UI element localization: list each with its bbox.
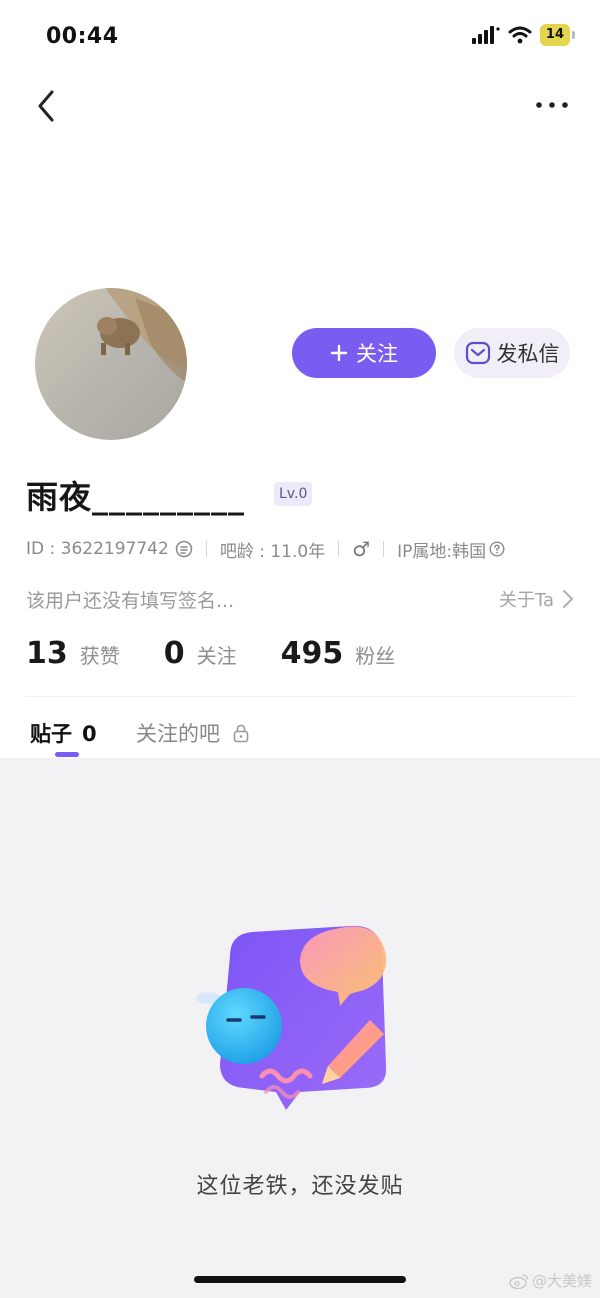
mail-icon [465,341,490,365]
user-id: ID : 3622197742 [26,539,169,559]
tab-posts[interactable]: 贴子 0 [30,718,97,748]
meta-divider [338,541,340,557]
send-message-label: 发私信 [496,342,560,366]
copy-icon[interactable] [175,540,193,558]
home-indicator[interactable] [194,1276,406,1283]
wifi-icon [508,26,532,44]
top-nav [0,80,600,132]
bio-row: 该用户还没有填写签名... 关于Ta [26,586,574,614]
meta-divider [383,541,385,557]
stat-likes: 13 获赞 [26,636,120,671]
about-link[interactable]: 关于Ta [499,586,574,612]
bar-age: 吧龄 : 11.0年 [219,541,326,562]
stat-following[interactable]: 0 关注 [164,636,237,671]
lock-icon [233,724,249,743]
username: 雨夜_________ [26,478,246,516]
tab-followed-bars[interactable]: 关注的吧 [136,718,250,748]
follow-button[interactable]: 关注 [292,328,436,378]
follow-button-label: 关注 [356,342,398,366]
stats-row: 13 获赞 0 关注 495 粉丝 [26,636,439,671]
status-time: 00:44 [46,24,119,49]
tab-posts-label: 贴子 [30,722,72,746]
more-dots-icon[interactable] [534,90,570,120]
send-message-button[interactable]: 发私信 [454,328,570,378]
watermark: @大美媄 [509,1270,592,1291]
chevron-right-icon [563,590,573,608]
battery-indicator: 14 [539,24,576,46]
status-icons: 14 [471,24,576,46]
question-circle-icon[interactable] [489,541,505,557]
avatar-image [35,288,187,440]
ip-location: IP属地:韩国 [397,541,487,562]
status-bar: 00:44 14 [0,0,600,76]
watermark-text: @大美媄 [531,1272,592,1290]
stat-label: 粉丝 [355,644,396,668]
profile-tabs: 贴子 0 关注的吧 [0,714,600,758]
tab-followed-bars-label: 关注的吧 [136,722,220,746]
stat-label: 关注 [196,644,237,668]
level-badge[interactable]: Lv.0 [274,482,313,506]
empty-state-message: 这位老铁，还没发贴 [196,1174,404,1199]
active-tab-indicator [55,752,79,757]
stat-value: 495 [280,636,344,671]
chevron-left-icon[interactable] [32,86,64,126]
plus-icon [330,344,348,362]
weibo-logo-icon [509,1273,529,1289]
about-link-label: 关于Ta [498,590,554,611]
tab-posts-count: 0 [82,722,97,746]
stat-followers[interactable]: 495 粉丝 [281,636,396,671]
empty-state-illustration [196,925,387,1110]
stat-label: 获赞 [79,644,120,668]
meta-divider [205,541,207,557]
stat-value: 0 [163,636,185,671]
profile-meta-row: ID : 3622197742 吧龄 : 11.0年 ♂ IP属地:韩国 [26,536,505,562]
avatar[interactable] [35,288,187,440]
cellular-signal-icon [471,26,500,44]
gender-icon: ♂ [352,537,371,561]
section-divider [26,696,574,697]
posts-content-area: 这位老铁，还没发贴 @大美媄 [0,758,600,1298]
stat-value: 13 [26,636,68,671]
user-bio: 该用户还没有填写签名... [26,590,235,612]
